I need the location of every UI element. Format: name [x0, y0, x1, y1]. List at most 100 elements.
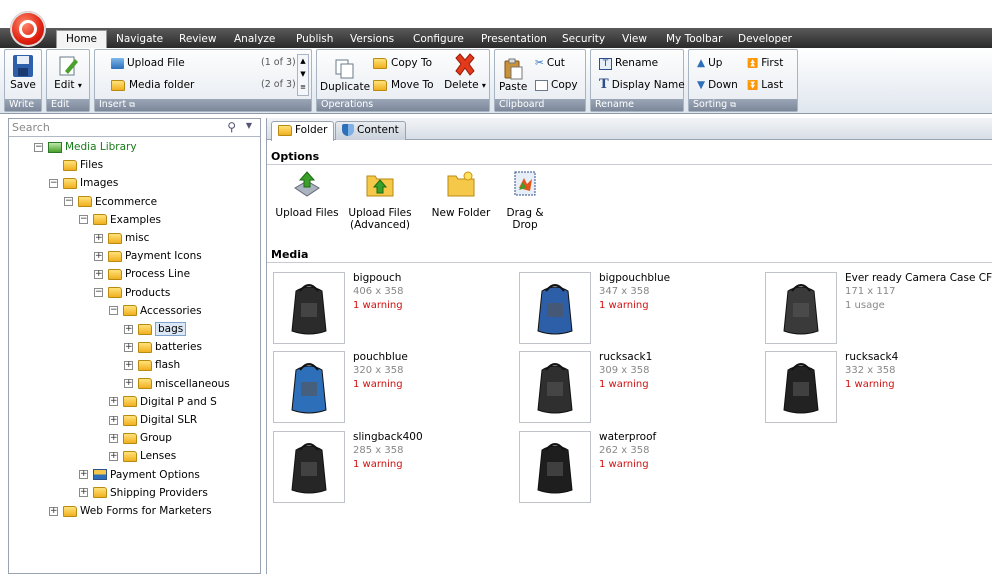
- tree-node-images[interactable]: − Images: [49, 175, 118, 191]
- menu-tab-home[interactable]: Home: [56, 30, 108, 48]
- tree-node-batteries[interactable]: + batteries: [124, 339, 202, 355]
- media-item[interactable]: Ever ready Camera Case CF D20 171 x 117 1 …: [765, 272, 992, 348]
- media-item-name[interactable]: waterproof: [599, 431, 656, 443]
- media-thumbnail[interactable]: [765, 272, 837, 344]
- tree-node-flash[interactable]: + flash: [124, 357, 180, 373]
- expand-toggle-icon[interactable]: +: [124, 379, 133, 389]
- dialog-launcher-icon[interactable]: ⧉: [730, 100, 736, 109]
- media-item-status[interactable]: 1 warning: [353, 379, 403, 390]
- expand-toggle-icon[interactable]: +: [49, 506, 58, 516]
- collapse-toggle-icon[interactable]: −: [34, 142, 43, 152]
- media-item-name[interactable]: rucksack1: [599, 351, 652, 363]
- tree-node-media-library[interactable]: − Media Library: [34, 139, 137, 155]
- sort-last-button[interactable]: ⏬ Last: [747, 78, 783, 93]
- search-input[interactable]: Search ⚲ ▼: [9, 119, 260, 137]
- upload-files-advanced-option[interactable]: Upload Files (Advanced): [347, 170, 413, 231]
- media-item-name[interactable]: Ever ready Camera Case CF D20: [845, 272, 992, 284]
- rename-button[interactable]: T Rename: [599, 56, 658, 70]
- collapse-toggle-icon[interactable]: −: [79, 215, 88, 225]
- cut-button[interactable]: ✂ Cut: [535, 56, 565, 70]
- upload-file-button[interactable]: Upload File: [111, 56, 185, 70]
- insert-gallery-scrollbar[interactable]: ▲ ▼ ≡: [297, 54, 309, 96]
- collapse-toggle-icon[interactable]: −: [64, 197, 73, 207]
- media-thumbnail[interactable]: [273, 351, 345, 423]
- delete-button[interactable]: Delete ▾: [443, 52, 487, 93]
- expand-toggle-icon[interactable]: +: [109, 397, 118, 407]
- new-folder-option[interactable]: New Folder: [431, 170, 491, 219]
- menu-tab-my-toolbar[interactable]: My Toolbar: [666, 31, 722, 48]
- media-thumbnail[interactable]: [273, 272, 345, 344]
- expand-toggle-icon[interactable]: +: [124, 342, 133, 352]
- media-item[interactable]: waterproof 262 x 358 1 warning: [519, 431, 759, 507]
- tree-node-digital-slr[interactable]: + Digital SLR: [109, 412, 197, 428]
- media-item-status[interactable]: 1 warning: [845, 379, 895, 390]
- tree-node-accessories[interactable]: − Accessories: [109, 303, 202, 319]
- menu-tab-review[interactable]: Review: [179, 31, 216, 48]
- media-item[interactable]: pouchblue 320 x 358 1 warning: [273, 351, 513, 427]
- menu-tab-publish[interactable]: Publish: [296, 31, 333, 48]
- tab-folder[interactable]: Folder: [271, 121, 335, 141]
- media-item[interactable]: rucksack1 309 x 358 1 warning: [519, 351, 759, 427]
- sort-up-button[interactable]: ▲ Up: [697, 56, 722, 70]
- menu-tab-developer[interactable]: Developer: [738, 31, 792, 48]
- menu-tab-versions[interactable]: Versions: [350, 31, 394, 48]
- media-item-name[interactable]: bigpouch: [353, 272, 401, 284]
- expand-toggle-icon[interactable]: +: [109, 415, 118, 425]
- collapse-toggle-icon[interactable]: −: [49, 178, 58, 188]
- expand-toggle-icon[interactable]: +: [124, 360, 133, 370]
- tree-node-lenses[interactable]: + Lenses: [109, 448, 176, 464]
- media-thumbnail[interactable]: [273, 431, 345, 503]
- menu-tab-navigate[interactable]: Navigate: [116, 31, 163, 48]
- tree-node-digital-p-and-s[interactable]: + Digital P and S: [109, 394, 217, 410]
- tree-node-bags[interactable]: + bags: [124, 321, 187, 337]
- search-icon[interactable]: ⚲: [227, 120, 236, 134]
- media-item[interactable]: bigpouch 406 x 358 1 warning: [273, 272, 513, 348]
- expand-toggle-icon[interactable]: +: [79, 488, 88, 498]
- copy-to-button[interactable]: Copy To: [373, 56, 432, 70]
- media-item-name[interactable]: rucksack4: [845, 351, 898, 363]
- media-folder-button[interactable]: Media folder: [111, 78, 194, 92]
- menu-tab-presentation[interactable]: Presentation: [481, 31, 547, 48]
- media-item-status[interactable]: 1 warning: [599, 379, 649, 390]
- drag-drop-option[interactable]: Drag & Drop: [495, 170, 555, 231]
- tree-node-miscellaneous[interactable]: + miscellaneous: [124, 376, 230, 392]
- media-item[interactable]: slingback400 285 x 358 1 warning: [273, 431, 513, 507]
- move-to-button[interactable]: Move To: [373, 78, 434, 92]
- scroll-down-icon[interactable]: ▼: [298, 68, 308, 81]
- tree-node-files[interactable]: Files: [63, 157, 103, 173]
- collapse-toggle-icon[interactable]: −: [94, 288, 103, 298]
- media-thumbnail[interactable]: [519, 272, 591, 344]
- expand-toggle-icon[interactable]: +: [94, 233, 103, 243]
- media-item[interactable]: bigpouchblue 347 x 358 1 warning: [519, 272, 759, 348]
- tree-node-shipping-providers[interactable]: + Shipping Providers: [79, 485, 208, 501]
- menu-tab-view[interactable]: View: [622, 31, 647, 48]
- media-thumbnail[interactable]: [519, 431, 591, 503]
- expand-toggle-icon[interactable]: +: [109, 451, 118, 461]
- app-logo-icon[interactable]: [10, 11, 46, 47]
- media-item-name[interactable]: bigpouchblue: [599, 272, 670, 284]
- media-item-status[interactable]: 1 usage: [845, 300, 885, 311]
- expand-toggle-icon[interactable]: +: [94, 251, 103, 261]
- tree-node-products[interactable]: − Products: [94, 285, 170, 301]
- tab-content[interactable]: Content: [335, 121, 406, 140]
- display-name-button[interactable]: T Display Name: [599, 78, 685, 92]
- tree-node-ecommerce[interactable]: − Ecommerce: [64, 194, 157, 210]
- tree-node-payment-icons[interactable]: + Payment Icons: [94, 248, 202, 264]
- sort-first-button[interactable]: ⏫ First: [747, 56, 783, 71]
- expand-toggle-icon[interactable]: +: [94, 269, 103, 279]
- media-item-name[interactable]: slingback400: [353, 431, 423, 443]
- upload-files-option[interactable]: Upload Files: [275, 170, 339, 219]
- expand-toggle-icon[interactable]: +: [124, 324, 133, 334]
- copy-button[interactable]: Copy: [535, 78, 578, 92]
- save-button[interactable]: Save: [9, 54, 37, 92]
- media-item-status[interactable]: 1 warning: [353, 300, 403, 311]
- expand-toggle-icon[interactable]: +: [109, 433, 118, 443]
- scroll-up-icon[interactable]: ▲: [298, 55, 308, 68]
- tree-node-process-line[interactable]: + Process Line: [94, 266, 190, 282]
- media-item-status[interactable]: 1 warning: [353, 459, 403, 470]
- menu-tab-analyze[interactable]: Analyze: [234, 31, 275, 48]
- menu-tab-configure[interactable]: Configure: [413, 31, 464, 48]
- expand-toggle-icon[interactable]: +: [79, 470, 88, 480]
- tree-node-misc[interactable]: + misc: [94, 230, 149, 246]
- dialog-launcher-icon[interactable]: ⧉: [129, 100, 135, 109]
